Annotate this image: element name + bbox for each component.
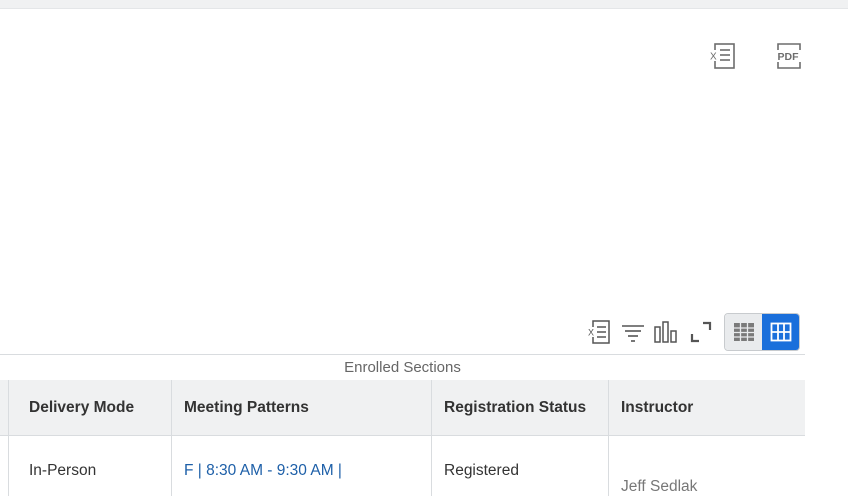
column-header-registration-status[interactable]: Registration Status [432, 380, 609, 435]
top-border [0, 0, 848, 9]
chart-icon[interactable] [650, 315, 684, 349]
table-view-icon[interactable] [725, 314, 762, 350]
header-row: Delivery Mode Meeting Patterns Registrat… [0, 380, 805, 436]
svg-text:X: X [710, 52, 717, 63]
column-header-meeting-patterns[interactable]: Meeting Patterns [172, 380, 432, 435]
header-cell-truncated [0, 380, 9, 435]
excel-export-icon[interactable]: X [706, 40, 738, 72]
cell-truncated [0, 436, 9, 496]
grid-toolbar: X [582, 312, 800, 352]
cell-delivery-mode: In-Person [9, 436, 172, 496]
pdf-label: PDF [778, 51, 800, 63]
filter-icon[interactable] [616, 315, 650, 349]
grid-caption: Enrolled Sections [0, 354, 805, 381]
grid-view-icon[interactable] [762, 314, 799, 350]
column-header-delivery-mode[interactable]: Delivery Mode [9, 380, 172, 435]
column-header-instructor[interactable]: Instructor [609, 380, 805, 435]
view-toggle [724, 313, 800, 351]
cell-meeting-patterns-link[interactable]: F | 8:30 AM - 9:30 AM | [172, 436, 432, 496]
enrolled-sections-grid: Delivery Mode Meeting Patterns Registrat… [0, 380, 805, 496]
fullscreen-icon[interactable] [684, 315, 718, 349]
pdf-export-icon[interactable]: PDF [772, 40, 806, 72]
table-row: In-Person F | 8:30 AM - 9:30 AM | Regist… [0, 436, 805, 496]
cell-registration-status: Registered [432, 436, 609, 496]
excel-export-icon[interactable]: X [582, 315, 616, 349]
cell-instructor[interactable]: Jeff Sedlak [609, 436, 805, 496]
svg-text:X: X [588, 328, 594, 338]
